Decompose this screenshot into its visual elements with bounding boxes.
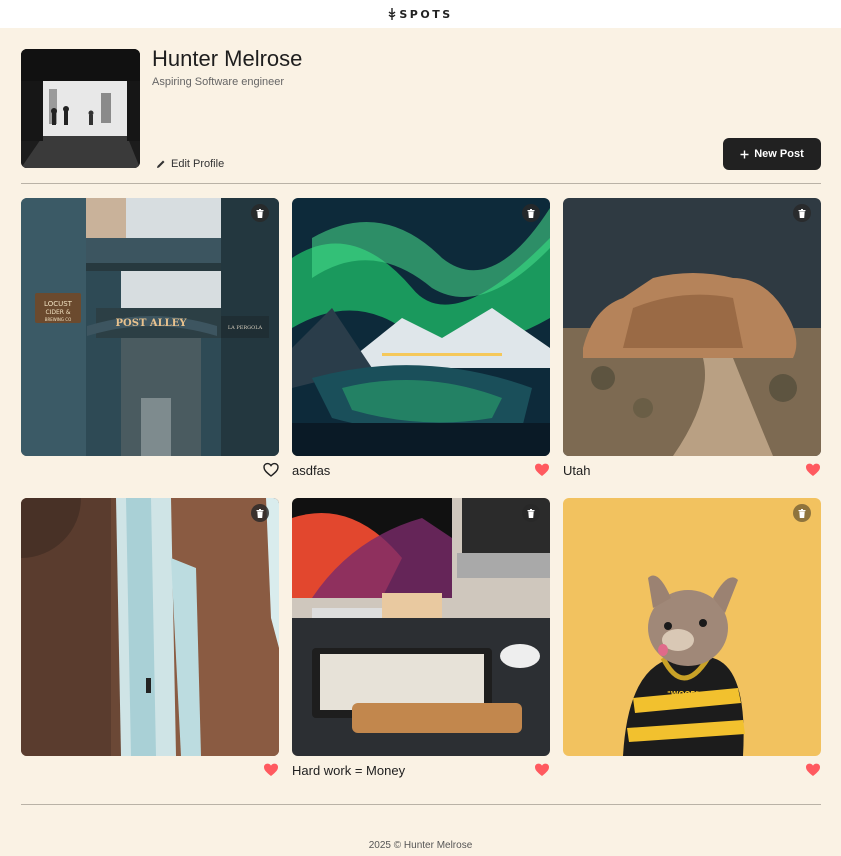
avatar xyxy=(21,49,140,168)
post-card: "WOOF" xyxy=(563,498,821,784)
post-caption: asdfas xyxy=(292,463,331,478)
post-caption: Utah xyxy=(563,463,591,478)
delete-button[interactable] xyxy=(793,504,811,522)
delete-button[interactable] xyxy=(251,204,269,222)
heart-filled-icon[interactable] xyxy=(534,462,550,478)
plus-icon xyxy=(740,150,749,158)
post-card: Utah xyxy=(563,198,821,484)
logo[interactable]: SPOTS xyxy=(388,8,452,21)
profile-divider xyxy=(21,183,821,184)
post-card xyxy=(21,498,279,784)
footer-text: 2025 © Hunter Melrose xyxy=(368,840,473,851)
delete-button[interactable] xyxy=(522,204,540,222)
sign-brewing: BREWING CO xyxy=(45,317,72,322)
post-image[interactable] xyxy=(292,198,550,456)
post-image[interactable]: "WOOF" xyxy=(563,498,821,756)
post-card: LOCUST CIDER & BREWING CO POST ALLEY LA … xyxy=(21,198,279,484)
sign-locust: LOCUST xyxy=(44,300,73,308)
sign-cider: CIDER & xyxy=(45,309,70,316)
pencil-icon xyxy=(157,160,165,168)
sign-post-alley: POST ALLEY xyxy=(116,318,188,329)
profile-name: Hunter Melrose xyxy=(152,46,303,71)
delete-button[interactable] xyxy=(522,504,540,522)
post-image[interactable]: LOCUST CIDER & BREWING CO POST ALLEY LA … xyxy=(21,198,279,456)
logo-icon xyxy=(388,8,396,20)
post-image[interactable] xyxy=(21,498,279,756)
trash-icon xyxy=(256,508,264,518)
profile-bio: Aspiring Software engineer xyxy=(152,76,285,88)
post-image[interactable] xyxy=(563,198,821,456)
post-caption: Hard work = Money xyxy=(292,763,406,778)
post-image[interactable] xyxy=(292,498,550,756)
delete-button[interactable] xyxy=(793,204,811,222)
edit-profile-button[interactable]: Edit Profile xyxy=(156,158,224,170)
heart-filled-icon[interactable] xyxy=(805,462,821,478)
post-card: Hard work = Money xyxy=(292,498,550,784)
trash-icon xyxy=(527,208,535,218)
heart-filled-icon[interactable] xyxy=(805,762,821,778)
sign-woof: "WOOF" xyxy=(667,690,699,698)
new-post-button[interactable]: New Post xyxy=(723,138,821,170)
trash-icon xyxy=(256,208,264,218)
heart-outline-icon[interactable] xyxy=(263,462,279,478)
trash-icon xyxy=(798,208,806,218)
trash-icon xyxy=(527,508,535,518)
new-post-label: New Post xyxy=(754,148,804,160)
delete-button[interactable] xyxy=(251,504,269,522)
heart-filled-icon[interactable] xyxy=(263,762,279,778)
trash-icon xyxy=(798,508,806,518)
logo-text: SPOTS xyxy=(399,7,453,21)
heart-filled-icon[interactable] xyxy=(534,762,550,778)
edit-profile-label: Edit Profile xyxy=(171,158,225,170)
footer-divider xyxy=(21,804,821,805)
post-card: asdfas xyxy=(292,198,550,484)
sign-pergola: LA PERGOLA xyxy=(228,325,263,331)
top-bar: SPOTS xyxy=(0,0,841,28)
